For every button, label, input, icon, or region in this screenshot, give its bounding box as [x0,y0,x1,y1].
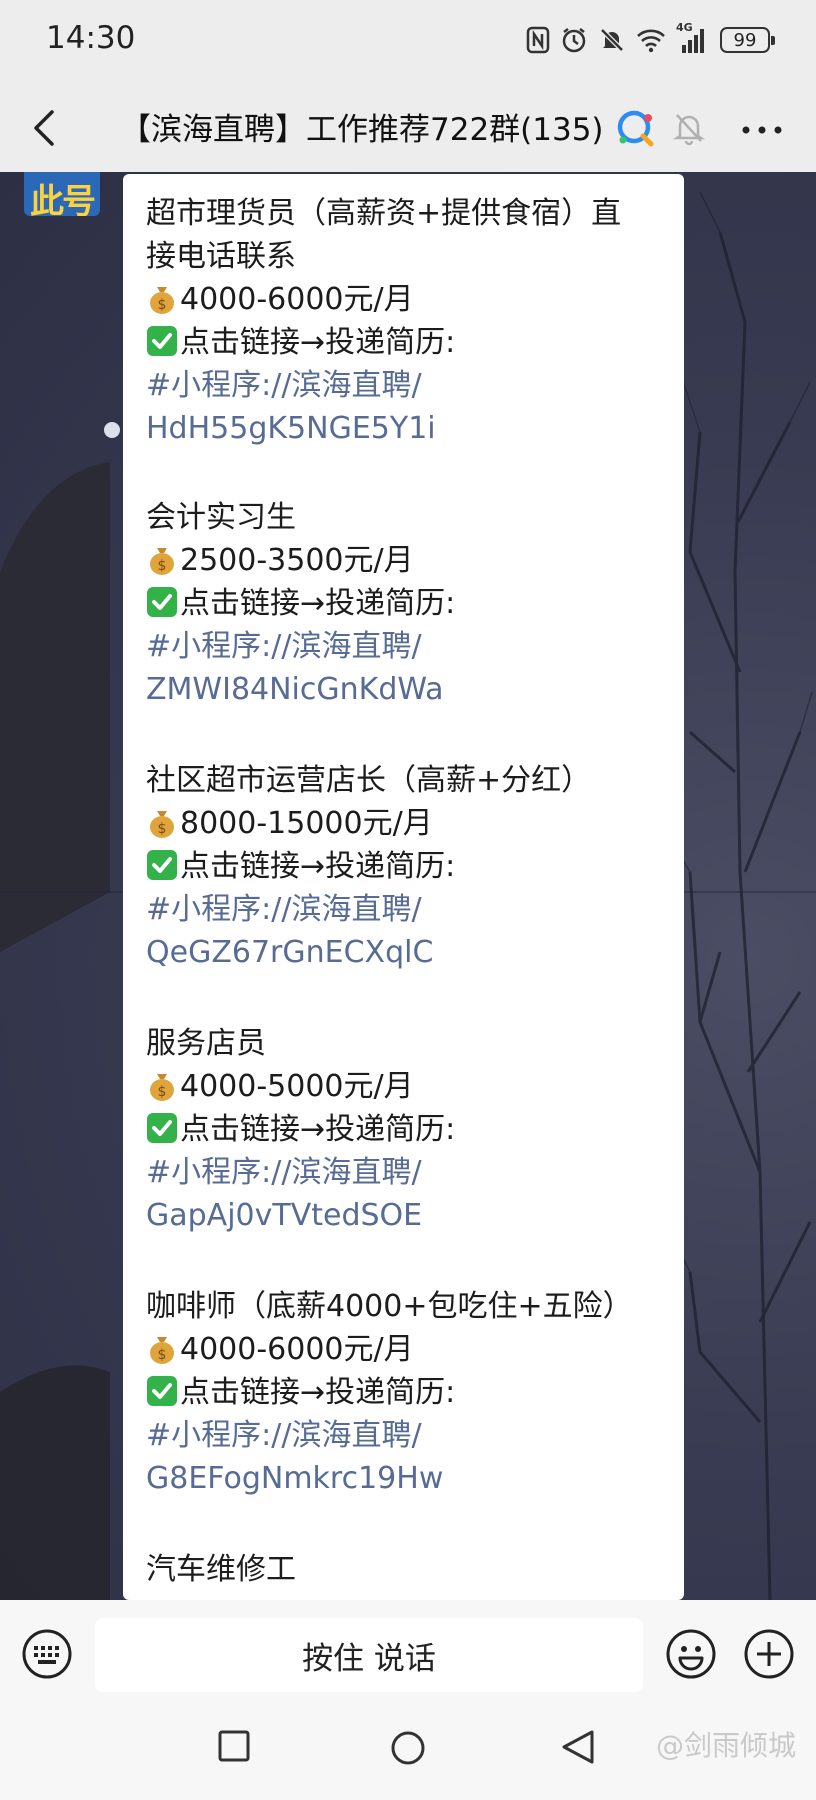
qq-channel-icon[interactable] [615,108,657,150]
apply-text: 点击链接→投递简历: [180,325,456,360]
job-posting: 会计实习生 $2500-3500元/月 点击链接→投递简历: #小程序://滨海… [146,496,676,711]
battery-icon: 99 [720,27,775,53]
battery-level: 99 [733,29,757,51]
money-bag-icon: $ [150,287,174,314]
salary-line: $4000-5000元/月 [146,1065,676,1108]
salary-line [146,1591,676,1600]
salary-value: 2500-3500元/月 [180,543,414,578]
money-bag-icon: $ [150,1337,174,1364]
mini-program-link[interactable]: #小程序://滨海直聘/ [146,625,676,668]
avatar-label: 此号 [30,182,96,216]
job-posting: 咖啡师（底薪4000+包吃住+五险） $4000-6000元/月 点击链接→投递… [146,1285,676,1500]
mini-program-link[interactable]: #小程序://滨海直聘/ [146,1414,676,1457]
money-bag-icon: $ [150,811,174,838]
status-bar: 14:30 4G 99 [0,0,816,82]
more-icon[interactable] [742,126,782,134]
wifi-icon [636,27,666,53]
money-bag-icon: $ [150,548,174,575]
back-arrow-icon[interactable] [26,106,66,150]
alarm-icon [560,26,588,54]
svg-text:$: $ [158,297,167,313]
check-mark-icon [147,1376,177,1406]
system-nav-bar: @剑雨倾城 [0,1710,816,1800]
apply-line: 点击链接→投递简历: [146,1371,676,1414]
job-title: 社区超市运营店长（高薪+分红） [146,763,592,798]
salary-line: $2500-3500元/月 [146,539,676,582]
apply-text: 点击链接→投递简历: [180,849,456,884]
mini-program-link[interactable]: #小程序://滨海直聘/ [146,888,676,931]
svg-text:$: $ [158,821,167,837]
emoji-icon[interactable] [665,1628,717,1680]
job-posting: 社区超市运营店长（高薪+分红） $8000-15000元/月 点击链接→投递简历… [146,759,676,974]
recent-apps-icon[interactable] [218,1730,250,1762]
money-bag-icon: $ [150,1074,174,1101]
apply-line: 点击链接→投递简历: [146,321,676,364]
home-icon[interactable] [390,1730,426,1766]
job-title: 咖啡师（底薪4000+包吃住+五险） [146,1289,633,1324]
salary-value: 4000-6000元/月 [180,1332,414,1367]
sender-avatar[interactable]: 此号 [24,172,100,216]
status-time: 14:30 [46,20,136,56]
mini-program-link-code[interactable]: QeGZ67rGnECXqlC [146,931,676,974]
plus-icon[interactable] [743,1628,795,1680]
salary-value: 4000-6000元/月 [180,282,414,317]
signal-icon: 4G [676,21,710,55]
input-bar: 按住 说话 [0,1600,816,1710]
job-posting: 服务店员 $4000-5000元/月 点击链接→投递简历: #小程序://滨海直… [146,1022,676,1237]
message-bubble[interactable]: 超市理货员（高薪资+提供食宿）直 接电话联系 $4000-6000元/月 点击链… [123,174,684,1600]
check-mark-icon [147,326,177,356]
salary-line: $4000-6000元/月 [146,278,676,321]
mute-icon [598,26,626,54]
hold-to-talk-button[interactable]: 按住 说话 [95,1618,643,1692]
nfc-icon [526,26,550,54]
check-mark-icon [147,850,177,880]
check-mark-icon [147,587,177,617]
chat-title: 【滨海直聘】工作推荐722群(135) [120,112,604,148]
svg-text:$: $ [158,1347,167,1363]
salary-line: $4000-6000元/月 [146,1328,676,1371]
mini-program-link[interactable]: #小程序://滨海直聘/ [146,364,676,407]
chat-header: 【滨海直聘】工作推荐722群(135) [0,82,816,172]
status-icons: 4G 99 [526,21,775,58]
job-title: 汽车维修工 [146,1552,296,1587]
mini-program-link-code[interactable]: G8EFogNmkrc19Hw [146,1457,676,1500]
job-title: 超市理货员（高薪资+提供食宿）直 [146,196,622,231]
job-posting: 超市理货员（高薪资+提供食宿）直 接电话联系 $4000-6000元/月 点击链… [146,192,676,450]
apply-line: 点击链接→投递简历: [146,845,676,888]
apply-line: 点击链接→投递简历: [146,582,676,625]
mini-program-link-code[interactable]: HdH55gK5NGE5Y1i [146,407,676,450]
svg-text:$: $ [158,558,167,574]
salary-value: 8000-15000元/月 [180,806,433,841]
back-icon[interactable] [560,1728,596,1766]
svg-text:$: $ [158,1084,167,1100]
salary-line: $8000-15000元/月 [146,802,676,845]
check-mark-icon [147,1113,177,1143]
job-title: 会计实习生 [146,500,296,535]
salary-value: 4000-5000元/月 [180,1069,414,1104]
job-posting: 汽车维修工 [146,1548,676,1600]
apply-text: 点击链接→投递简历: [180,1375,456,1410]
job-title: 服务店员 [146,1026,266,1061]
apply-text: 点击链接→投递简历: [180,1112,456,1147]
chat-area[interactable]: 此号 超市理货员（高薪资+提供食宿）直 接电话联系 $4000-6000元/月 … [0,172,816,1600]
mini-program-link-code[interactable]: ZMWI84NicGnKdWa [146,668,676,711]
mini-program-link[interactable]: #小程序://滨海直聘/ [146,1151,676,1194]
keyboard-icon[interactable] [21,1628,73,1680]
job-title: 接电话联系 [146,239,296,274]
bell-muted-icon[interactable] [672,110,706,146]
apply-text: 点击链接→投递简历: [180,586,456,621]
apply-line: 点击链接→投递简历: [146,1108,676,1151]
watermark: @剑雨倾城 [655,1729,796,1762]
mini-program-link-code[interactable]: GapAj0vTVtedSOE [146,1194,676,1237]
